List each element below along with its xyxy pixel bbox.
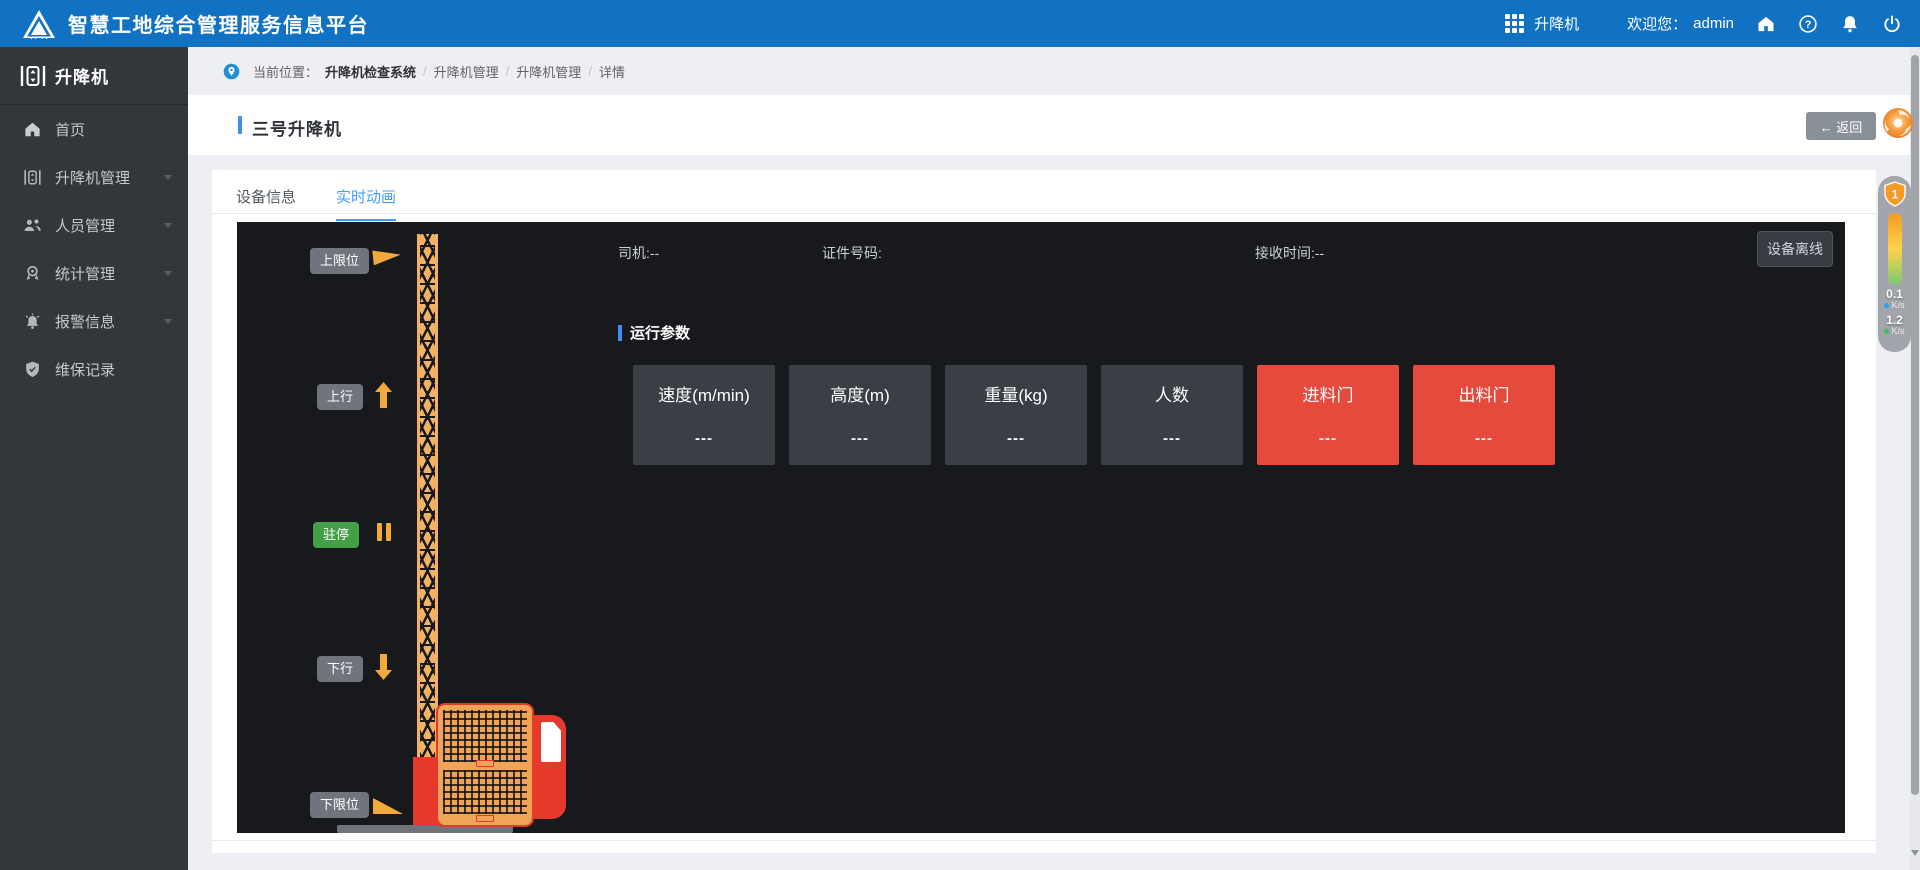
page-title-bar: 三号升降机 ← 返回 [188, 95, 1920, 155]
sidebar-item-maintenance-records[interactable]: 维保记录 [0, 345, 188, 393]
tab-realtime-animation[interactable]: 实时动画 [336, 186, 396, 221]
pause-icon [377, 523, 391, 541]
scrollbar-thumb[interactable] [1911, 55, 1919, 795]
help-icon[interactable]: ? [1798, 14, 1818, 34]
breadcrumb-root[interactable]: 升降机检查系统 [325, 62, 416, 81]
sidebar-item-home[interactable]: 首页 [0, 105, 188, 153]
sidebar-logo: 升降机 [0, 47, 188, 105]
cage-cab [526, 715, 566, 819]
breadcrumb: 当前位置： 升降机检查系统 / 升降机管理 / 升降机管理 / 详情 [188, 47, 1920, 95]
speed-item-up: 1.2 K/s [1884, 315, 1904, 337]
lower-limit-flag-icon [373, 798, 403, 814]
people-icon [23, 216, 42, 235]
back-button[interactable]: ← 返回 [1806, 112, 1876, 140]
content-card: 设备信息 实时动画 上限位 上行 驻停 下行 下限位 [212, 170, 1876, 853]
param-cards: 速度(m/min) --- 高度(m) --- 重量(kg) --- 人数 --… [633, 365, 1555, 465]
page-title: 三号升降机 [252, 115, 342, 140]
security-shield-icon: 1 [1883, 181, 1907, 207]
speed-gradient-bar [1888, 213, 1902, 285]
param-card-people: 人数 --- [1101, 365, 1243, 465]
stats-medal-icon [23, 264, 42, 283]
cab-window [541, 722, 561, 762]
running-params-header: 运行参数 [618, 322, 690, 343]
cage-mesh-frame [438, 705, 532, 825]
param-card-weight: 重量(kg) --- [945, 365, 1087, 465]
page-scrollbar [1910, 47, 1920, 870]
certificate-label: 证件号码: [822, 243, 882, 263]
param-card-outlet-door: 出料门 --- [1413, 365, 1555, 465]
section-accent-bar [618, 325, 622, 341]
speed-item-down: 0.1 K/s [1884, 289, 1904, 311]
param-card-speed: 速度(m/min) --- [633, 365, 775, 465]
green-dot-icon [1884, 329, 1889, 334]
breadcrumb-item[interactable]: 升降机管理 [434, 62, 499, 81]
state-upper-limit: 上限位 [310, 248, 369, 274]
upper-limit-flag-icon [372, 248, 402, 268]
scrollbar-down-arrow[interactable] [1911, 850, 1919, 856]
username: admin [1693, 15, 1734, 32]
breadcrumb-current: 详情 [599, 62, 625, 81]
hoist-icon [23, 168, 42, 187]
alarm-icon [23, 312, 42, 331]
shield-icon [23, 360, 42, 379]
hoist-mast-base [413, 757, 440, 829]
chevron-down-icon [164, 271, 172, 276]
chevron-down-icon [164, 319, 172, 324]
title-accent-bar [238, 116, 242, 134]
card-bottom-divider [212, 840, 1876, 841]
tabs: 设备信息 实时动画 [236, 186, 396, 221]
svg-text:?: ? [1805, 18, 1812, 30]
bell-icon[interactable] [1840, 14, 1860, 34]
sidebar-item-statistics-management[interactable]: 统计管理 [0, 249, 188, 297]
sidebar-logo-label: 升降机 [55, 63, 109, 88]
hoist-cage [438, 705, 578, 829]
extension-swirl-icon[interactable] [1881, 106, 1915, 140]
hoist-logo-icon [20, 64, 46, 88]
hoist-mast [417, 234, 438, 779]
main-content: 当前位置： 升降机检查系统 / 升降机管理 / 升降机管理 / 详情 三号升降机… [188, 47, 1920, 870]
state-up: 上行 [317, 384, 363, 410]
driver-label: 司机:-- [618, 243, 659, 263]
arrow-up-icon [375, 382, 392, 408]
current-app-label[interactable]: 升降机 [1534, 13, 1579, 34]
speed-monitor-widget[interactable]: 1 0.1 K/s 1.2 K/s [1878, 176, 1911, 352]
home-icon [23, 120, 42, 139]
home-icon[interactable] [1756, 14, 1776, 34]
power-icon[interactable] [1882, 14, 1902, 34]
tab-device-info[interactable]: 设备信息 [236, 186, 296, 221]
state-down: 下行 [317, 656, 363, 682]
arrow-down-icon [375, 654, 392, 680]
breadcrumb-prefix: 当前位置： [253, 62, 318, 81]
state-lower-limit: 下限位 [310, 792, 369, 818]
sidebar-item-alarm-info[interactable]: 报警信息 [0, 297, 188, 345]
apps-grid-icon[interactable] [1505, 14, 1524, 33]
platform-title: 智慧工地综合管理服务信息平台 [68, 9, 369, 38]
chevron-down-icon [164, 175, 172, 180]
chevron-down-icon [164, 223, 172, 228]
param-card-inlet-door: 进料门 --- [1257, 365, 1399, 465]
location-pin-icon [223, 63, 240, 80]
shield-badge-number: 1 [1891, 188, 1898, 202]
breadcrumb-item[interactable]: 升降机管理 [516, 62, 581, 81]
sidebar: 升降机 首页 升降机管理 人员管理 [0, 47, 188, 870]
platform-logo-icon [22, 9, 56, 39]
state-parked: 驻停 [313, 522, 359, 548]
sidebar-item-hoist-management[interactable]: 升降机管理 [0, 153, 188, 201]
welcome-label: 欢迎您： [1627, 13, 1687, 34]
tab-divider [212, 213, 1876, 214]
top-header: 智慧工地综合管理服务信息平台 升降机 欢迎您： admin ? [0, 0, 1920, 47]
device-offline-button[interactable]: 设备离线 [1757, 231, 1833, 267]
sidebar-item-personnel-management[interactable]: 人员管理 [0, 201, 188, 249]
blue-dot-icon [1884, 303, 1889, 308]
param-card-height: 高度(m) --- [789, 365, 931, 465]
receive-time-label: 接收时间:-- [1255, 243, 1324, 263]
realtime-animation-panel: 上限位 上行 驻停 下行 下限位 [237, 222, 1845, 833]
